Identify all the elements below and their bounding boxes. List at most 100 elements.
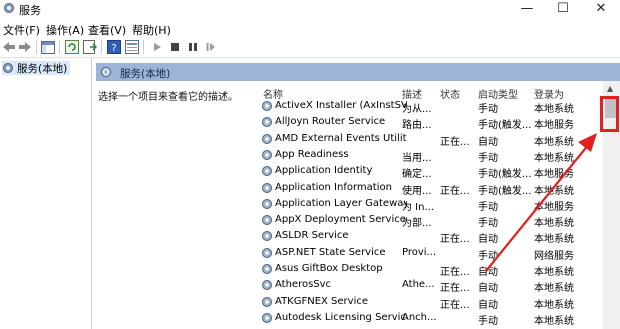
service-description: 为 In...: [402, 201, 435, 213]
back-button[interactable]: [1, 39, 17, 55]
menu-file[interactable]: 文件(F): [3, 22, 40, 38]
service-description: 当用...: [402, 152, 432, 164]
table-row[interactable]: ATKGFNEX Service 正在... 自动 本地系统: [252, 294, 604, 311]
service-status: 正在...: [440, 267, 470, 278]
table-row[interactable]: ASLDR Service 正在... 自动 本地系统: [252, 228, 604, 246]
service-status: 正在...: [440, 185, 470, 197]
annotation-highlight-box: [600, 96, 619, 132]
service-description: Provi...: [402, 246, 437, 258]
table-row[interactable]: Application Layer Gateway ...为 In... 手动 本地…: [252, 196, 604, 213]
tree-item-services-local[interactable]: 服务(本地): [2, 61, 71, 75]
gear-icon: [3, 63, 13, 73]
service-logon-as: 本地系统: [534, 152, 574, 164]
table-row[interactable]: Application Identity 确定... 手动(触发... 本地服务: [252, 163, 604, 181]
gear-icon: [262, 247, 272, 258]
menu-view[interactable]: 查看(V): [88, 22, 126, 38]
service-name: Application Information: [275, 181, 392, 193]
service-description: Athe...: [402, 279, 435, 291]
minimize-button[interactable]: —: [512, 0, 542, 18]
service-logon-as: 本地系统: [534, 283, 574, 295]
service-startup-type: 手动(触发...: [478, 185, 532, 197]
gear-icon: [262, 182, 272, 193]
close-button[interactable]: ✕: [586, 0, 616, 18]
description-text: 选择一个项目来查看它的描述。: [98, 92, 238, 103]
menu-help[interactable]: 帮助(H): [132, 22, 171, 38]
service-description: 确定...: [402, 169, 432, 181]
export-list-button[interactable]: [82, 39, 98, 55]
stop-icon: [171, 43, 179, 51]
service-startup-type: 自动: [478, 283, 498, 295]
service-startup-type: 手动(触发...: [478, 169, 532, 181]
pause-icon: [189, 43, 197, 51]
show-console-tree-button[interactable]: [40, 39, 56, 55]
service-name: ASP.NET State Service: [275, 246, 386, 258]
service-description: 为部...: [402, 218, 432, 230]
service-name: AllJoyn Router Service: [275, 116, 386, 128]
start-service-button[interactable]: [149, 39, 165, 55]
restart-icon: [206, 43, 215, 51]
back-arrow-icon: [3, 42, 15, 52]
forward-button[interactable]: [17, 39, 33, 55]
table-row[interactable]: ASP.NET State Service Provi... 手动 网络服务: [252, 245, 604, 262]
title-bar: 服务 — ☐ ✕: [0, 0, 620, 18]
service-logon-as: 本地系统: [534, 104, 574, 115]
gear-icon: [262, 264, 272, 274]
table-row[interactable]: Asus GiftBox Desktop 正在... 自动 本地系统: [252, 261, 604, 278]
service-startup-type: 手动: [478, 315, 498, 327]
gear-icon: [101, 67, 111, 77]
service-name: ActiveX Installer (AxInstSV): [275, 100, 407, 111]
gear-icon: [262, 296, 272, 307]
gear-icon: [262, 117, 272, 128]
table-row[interactable]: Application Information 使用... 正在... 手动(触发..…: [252, 180, 604, 197]
table-row[interactable]: AppX Deployment Service ... 为部... 手动 本地系统: [252, 212, 604, 230]
table-row[interactable]: AtherosSvc Athe... 正在... 自动 本地系统: [252, 277, 604, 295]
services-app-icon: [4, 3, 14, 13]
service-name: AppX Deployment Service ...: [275, 214, 407, 226]
service-logon-as: 本地系统: [534, 185, 574, 197]
service-startup-type: 手动(触发...: [478, 120, 532, 132]
play-icon: [154, 43, 161, 51]
service-name: Autodesk Licensing Service: [275, 311, 407, 323]
service-logon-as: 本地服务: [534, 201, 574, 213]
stop-service-button[interactable]: [167, 39, 183, 55]
table-row[interactable]: AMD External Events Utility 正在... 自动 本地系统: [252, 131, 604, 148]
forward-arrow-icon: [19, 42, 31, 52]
table-row[interactable]: Autodesk Licensing Service Anch... 手动 本地系统: [252, 310, 604, 327]
service-name: Application Identity: [275, 165, 373, 177]
table-row[interactable]: AllJoyn Router Service 路由... 手动(触发... 本地服务: [252, 114, 604, 132]
menu-bar: 文件(F) 操作(A) 查看(V) 帮助(H): [0, 20, 620, 37]
gear-icon: [262, 231, 272, 242]
service-startup-type: 自动: [478, 234, 498, 246]
gear-icon: [262, 166, 272, 177]
scroll-up-arrow-icon[interactable]: ▲: [607, 84, 613, 93]
service-logon-as: 本地服务: [534, 120, 574, 132]
service-startup-type: 手动: [478, 152, 498, 164]
gear-icon: [262, 149, 272, 160]
menu-action[interactable]: 操作(A): [46, 22, 84, 38]
service-startup-type: 手动: [478, 104, 498, 115]
table-row[interactable]: ActiveX Installer (AxInstSV) 为从... 手动 本地系统: [252, 98, 604, 115]
pause-service-button[interactable]: [185, 39, 201, 55]
service-status: 正在...: [440, 299, 470, 311]
toolbar: ?: [0, 37, 620, 58]
restart-service-button[interactable]: [203, 39, 219, 55]
service-name: ASLDR Service: [275, 230, 349, 242]
service-status: 正在...: [440, 136, 470, 148]
service-logon-as: 本地系统: [534, 234, 574, 246]
gear-icon: [262, 215, 272, 226]
properties-button[interactable]: [124, 39, 140, 55]
service-name: ATKGFNEX Service: [275, 295, 369, 307]
table-row[interactable]: App Readiness 当用... 手动 本地系统: [252, 147, 604, 164]
maximize-button[interactable]: ☐: [548, 0, 578, 18]
service-logon-as: 本地系统: [534, 218, 574, 230]
gear-icon: [262, 198, 272, 209]
help-icon: ?: [107, 40, 121, 54]
gear-icon: [262, 312, 272, 323]
help-button[interactable]: ?: [106, 39, 122, 55]
gear-icon: [262, 101, 272, 111]
refresh-button[interactable]: [64, 39, 80, 55]
services-list: 名称 描述 状态 启动类型 登录为 ActiveX Installer (AxI…: [252, 81, 620, 329]
gear-icon: [262, 280, 272, 291]
panel-header-title: 服务(本地): [120, 68, 171, 80]
console-tree-icon: [41, 40, 55, 54]
